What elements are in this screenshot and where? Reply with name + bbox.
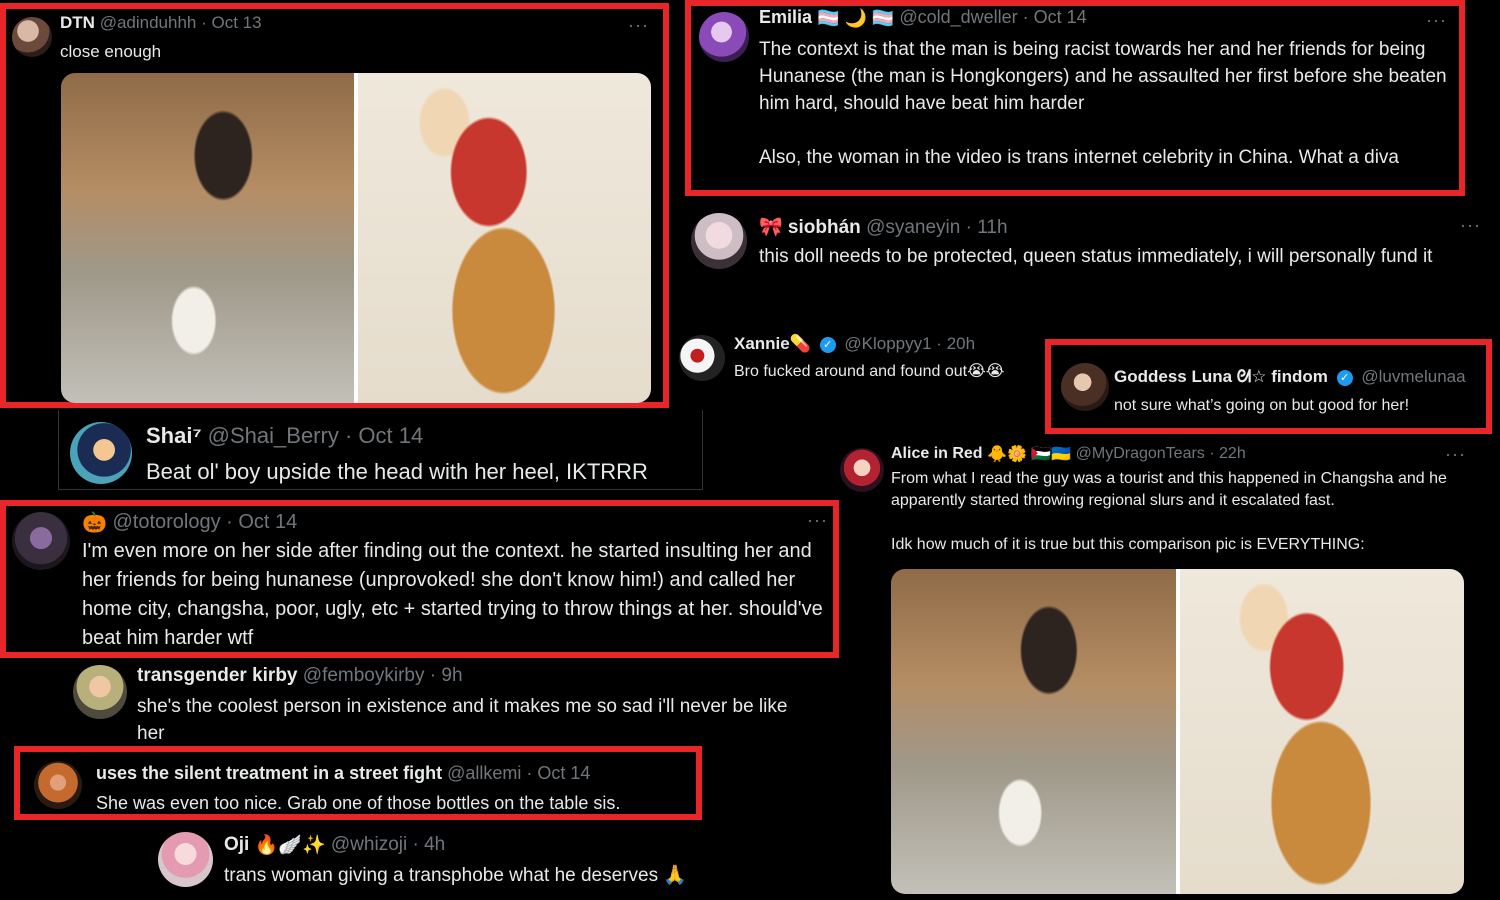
- tweet-kirby[interactable]: transgender kirby @femboykirby · 9h she'…: [60, 658, 820, 746]
- more-icon[interactable]: ···: [1445, 444, 1466, 465]
- tweet-shai[interactable]: Shai⁷ @Shai_Berry · Oct 14 Beat ol' boy …: [58, 410, 703, 490]
- fire-wing-sparkle-emojis: 🔥🪽✨: [254, 835, 326, 856]
- author-handle[interactable]: @whizoji · 4h: [331, 834, 445, 855]
- tweet-header: Goddess Luna ᘛ☆ findom ✓ @luvmelunaa: [1114, 367, 1466, 387]
- tweet-text: she's the coolest person in existence an…: [137, 696, 788, 744]
- author-name[interactable]: DTN: [60, 13, 95, 32]
- tweet-text: this doll needs to be protected, queen s…: [759, 246, 1433, 267]
- tweet-emilia[interactable]: Emilia 🏳️‍⚧️ 🌙 🏳️‍⚧️ @cold_dweller · Oct…: [685, 0, 1465, 196]
- tweet-siobhan[interactable]: 🎀 siobhán @syaneyin · 11h ··· this doll …: [685, 205, 1495, 305]
- tweet-header: Oji 🔥🪽✨ @whizoji · 4h: [224, 833, 445, 857]
- author-name[interactable]: 🎀 siobhán: [759, 217, 861, 238]
- tweet-text-2: Idk how much of it is true but this comp…: [891, 536, 1365, 553]
- avatar[interactable]: [73, 665, 127, 719]
- author-handle[interactable]: @MyDragonTears · 22h: [1076, 445, 1246, 462]
- tweet-text: I'm even more on her side after finding …: [82, 540, 823, 649]
- flag-moon-emojis: 🏳️‍⚧️ 🌙 🏳️‍⚧️: [817, 7, 895, 28]
- tweet-text: She was even too nice. Grab one of those…: [96, 793, 621, 813]
- tweet-header: DTN @adinduhhh · Oct 13: [60, 13, 262, 33]
- tweet-header: 🎀 siobhán @syaneyin · 11h: [759, 215, 1008, 239]
- tweet-header: Shai⁷ @Shai_Berry · Oct 14: [146, 423, 423, 449]
- author-handle[interactable]: @Kloppyy1 · 20h: [844, 334, 975, 353]
- fight-photo: [891, 569, 1178, 894]
- tweet-totorology[interactable]: 🎃 @totorology · Oct 14 ··· I'm even more…: [0, 500, 839, 658]
- tweet-text: Bro fucked around and found out😭😭: [734, 363, 1005, 380]
- more-icon[interactable]: ···: [1460, 215, 1481, 236]
- tweet-oji[interactable]: Oji 🔥🪽✨ @whizoji · 4h trans woman giving…: [152, 824, 752, 896]
- avatar[interactable]: [691, 213, 747, 269]
- author-name[interactable]: Oji: [224, 834, 249, 855]
- author-handle[interactable]: @Shai_Berry · Oct 14: [208, 423, 424, 448]
- tweet-allkemi[interactable]: uses the silent treatment in a street fi…: [14, 746, 702, 820]
- avatar[interactable]: [840, 448, 884, 492]
- tweet-alice[interactable]: Alice in Red 🐥🌼 🇵🇸🇺🇦 @MyDragonTears · 22…: [836, 440, 1486, 900]
- fight-photo: [61, 73, 356, 403]
- author-name[interactable]: Goddess Luna ᘛ☆ findom: [1114, 367, 1328, 386]
- tweet-header: Emilia 🏳️‍⚧️ 🌙 🏳️‍⚧️ @cold_dweller · Oct…: [759, 7, 1087, 29]
- author-name[interactable]: Xannie💊: [734, 334, 811, 353]
- author-name[interactable]: Alice in Red: [891, 445, 983, 462]
- tiger-painting: [356, 73, 651, 403]
- tweet-header: 🎃 @totorology · Oct 14: [82, 510, 297, 535]
- more-icon[interactable]: ···: [628, 15, 649, 36]
- avatar[interactable]: [12, 512, 70, 570]
- verified-icon: ✓: [819, 336, 836, 353]
- avatar[interactable]: [158, 832, 213, 887]
- tiger-painting: [1177, 569, 1464, 894]
- author-name[interactable]: transgender kirby: [137, 665, 298, 686]
- tweet-luna[interactable]: Goddess Luna ᘛ☆ findom ✓ @luvmelunaa not…: [1045, 339, 1492, 434]
- author-handle[interactable]: @totorology · Oct 14: [112, 511, 297, 533]
- tweet-header: Xannie💊 ✓ @Kloppyy1 · 20h: [734, 334, 975, 354]
- tweet-text: close enough: [60, 42, 162, 61]
- image-divider: [354, 73, 358, 403]
- verified-icon: ✓: [1336, 369, 1353, 386]
- image-divider: [1175, 569, 1180, 894]
- tweet-text: The context is that the man is being rac…: [759, 39, 1447, 114]
- tweet-header: uses the silent treatment in a street fi…: [96, 763, 590, 784]
- avatar[interactable]: [34, 761, 82, 809]
- author-handle[interactable]: @adinduhhh · Oct 13: [100, 13, 262, 32]
- author-handle[interactable]: @cold_dweller · Oct 14: [899, 7, 1086, 27]
- comparison-image[interactable]: [61, 73, 651, 403]
- tweet-dtn[interactable]: DTN @adinduhhh · Oct 13 ··· close enough: [0, 3, 669, 408]
- avatar[interactable]: [699, 12, 749, 62]
- flag-emojis: 🐥🌼 🇵🇸🇺🇦: [987, 446, 1072, 463]
- author-handle[interactable]: @luvmelunaa: [1361, 367, 1465, 386]
- author-handle[interactable]: @femboykirby · 9h: [303, 665, 463, 686]
- author-name[interactable]: Shai⁷: [146, 423, 202, 448]
- tweet-header: transgender kirby @femboykirby · 9h: [137, 665, 463, 687]
- more-icon[interactable]: ···: [1426, 10, 1447, 31]
- author-name[interactable]: uses the silent treatment in a street fi…: [96, 763, 442, 783]
- pumpkin-emoji: 🎃: [82, 512, 107, 534]
- author-name[interactable]: Emilia: [759, 7, 812, 27]
- avatar[interactable]: [70, 422, 132, 484]
- avatar[interactable]: [12, 17, 52, 57]
- avatar[interactable]: [679, 335, 725, 381]
- avatar[interactable]: [1061, 363, 1109, 411]
- comparison-image[interactable]: [891, 569, 1464, 894]
- author-handle[interactable]: @syaneyin · 11h: [866, 217, 1007, 238]
- tweet-text-2: Also, the woman in the video is trans in…: [759, 147, 1399, 168]
- author-handle[interactable]: @allkemi · Oct 14: [447, 763, 590, 783]
- tweet-header: Alice in Red 🐥🌼 🇵🇸🇺🇦 @MyDragonTears · 22…: [891, 444, 1246, 464]
- more-icon[interactable]: ···: [807, 510, 828, 531]
- tweet-text: Beat ol' boy upside the head with her he…: [146, 459, 648, 484]
- tweet-text: From what I read the guy was a tourist a…: [891, 470, 1447, 509]
- tweet-text: trans woman giving a transphobe what he …: [224, 865, 688, 886]
- tweet-xannie[interactable]: Xannie💊 ✓ @Kloppyy1 · 20h Bro fucked aro…: [675, 325, 1055, 390]
- tweet-text: not sure what’s going on but good for he…: [1114, 397, 1410, 414]
